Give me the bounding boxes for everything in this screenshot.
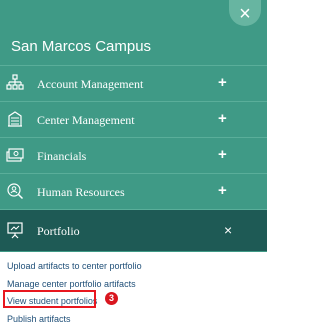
menu-item-label: Portfolio xyxy=(37,224,80,238)
menu-item-label: Account Management xyxy=(37,77,144,91)
main-menu: Account Management + Center Management +… xyxy=(0,65,267,251)
link-upload-artifacts[interactable]: Upload artifacts to center portfolio xyxy=(7,261,142,272)
highlight-box xyxy=(3,290,96,308)
person-search-icon xyxy=(7,183,24,200)
campus-title: San Marcos Campus xyxy=(11,38,152,55)
org-chart-icon xyxy=(6,74,24,90)
menu-item-label: Center Management xyxy=(37,113,135,127)
menu-item-label: Human Resources xyxy=(37,185,125,199)
expand-icon[interactable]: + xyxy=(218,182,227,200)
presentation-icon xyxy=(7,222,23,239)
expand-icon[interactable]: + xyxy=(218,74,227,92)
menu-item-portfolio[interactable]: Portfolio × xyxy=(0,209,267,251)
close-button[interactable]: × xyxy=(229,0,261,26)
navigation-panel: × San Marcos Campus Account Management +… xyxy=(0,0,267,252)
expand-icon[interactable]: + xyxy=(218,110,227,128)
menu-item-human-resources[interactable]: Human Resources + xyxy=(0,173,267,209)
step-number-badge: 3 xyxy=(105,292,118,305)
link-publish-artifacts[interactable]: Publish artifacts xyxy=(7,314,71,325)
menu-item-label: Financials xyxy=(37,149,87,163)
close-icon: × xyxy=(239,3,251,25)
collapse-icon[interactable]: × xyxy=(224,222,232,238)
menu-item-financials[interactable]: Financials + xyxy=(0,137,267,173)
expand-icon[interactable]: + xyxy=(218,146,227,164)
menu-item-account-management[interactable]: Account Management + xyxy=(0,65,267,101)
menu-item-center-management[interactable]: Center Management + xyxy=(0,101,267,137)
link-manage-artifacts[interactable]: Manage center portfolio artifacts xyxy=(7,279,136,290)
money-icon xyxy=(6,148,24,162)
building-icon xyxy=(8,111,22,127)
